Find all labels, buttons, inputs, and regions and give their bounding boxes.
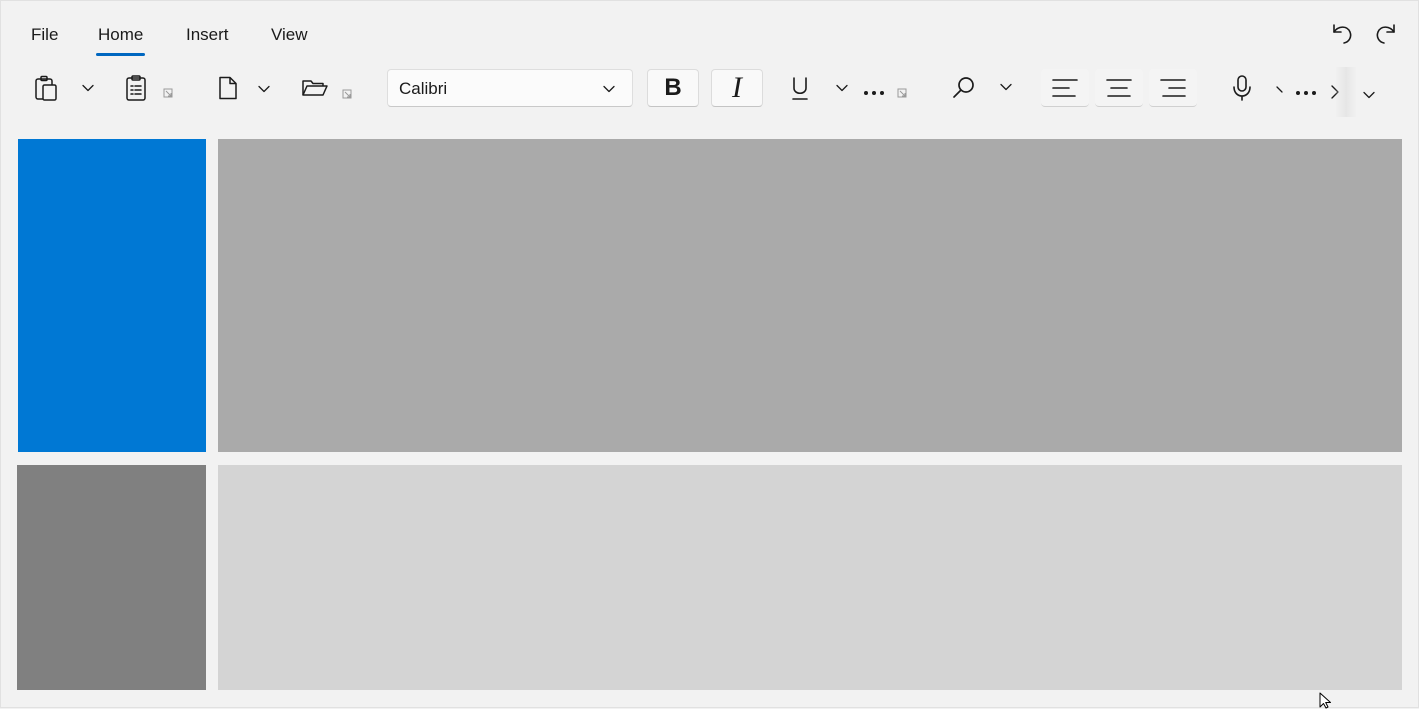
tab-view[interactable]: View [271, 25, 308, 47]
chevron-down-icon[interactable] [81, 81, 95, 95]
mouse-cursor-icon [1319, 692, 1331, 709]
tab-file[interactable]: File [31, 25, 58, 47]
overflow-fade [1335, 67, 1357, 117]
open-folder-icon[interactable] [299, 72, 331, 104]
clipboard-icon[interactable] [121, 72, 151, 104]
more-icon[interactable] [1295, 89, 1319, 97]
more-icon[interactable] [863, 89, 887, 97]
tab-insert[interactable]: Insert [186, 25, 229, 47]
italic-icon: I [732, 71, 742, 104]
chevron-down-icon [603, 85, 615, 93]
chevron-down-icon[interactable] [999, 80, 1013, 94]
expand-ribbon-chevron-icon[interactable] [1362, 88, 1376, 102]
content-panel-bottom [218, 465, 1402, 690]
align-center-button[interactable] [1095, 69, 1143, 107]
align-left-button[interactable] [1041, 69, 1089, 107]
chevron-down-icon[interactable] [257, 82, 271, 96]
chevron-down-icon[interactable] [835, 81, 849, 95]
align-center-icon [1106, 78, 1132, 97]
accent-panel [18, 139, 206, 452]
paste-icon[interactable] [31, 72, 61, 104]
find-icon[interactable] [949, 72, 979, 104]
dialog-launcher-icon[interactable] [163, 88, 173, 98]
tab-home[interactable]: Home [95, 25, 146, 56]
italic-button[interactable]: I [711, 69, 763, 107]
font-family-combobox[interactable]: Calibri [387, 69, 633, 107]
side-panel-bottom [17, 465, 206, 690]
app-window: File Home Insert View Calibri B I [0, 0, 1419, 709]
align-right-icon [1160, 78, 1186, 97]
chevron-down-icon[interactable] [1275, 85, 1285, 95]
underline-icon[interactable] [785, 72, 815, 104]
font-family-value: Calibri [399, 79, 448, 98]
new-document-icon[interactable] [213, 72, 243, 104]
bold-icon: B [664, 74, 682, 101]
dialog-launcher-icon[interactable] [342, 89, 352, 99]
bold-button[interactable]: B [647, 69, 699, 107]
microphone-icon[interactable] [1227, 72, 1257, 104]
content-panel-top [218, 139, 1402, 452]
align-right-button[interactable] [1149, 69, 1197, 107]
undo-icon[interactable] [1327, 19, 1357, 49]
dialog-launcher-icon[interactable] [897, 88, 907, 98]
align-left-icon [1052, 78, 1078, 97]
redo-icon[interactable] [1371, 19, 1401, 49]
